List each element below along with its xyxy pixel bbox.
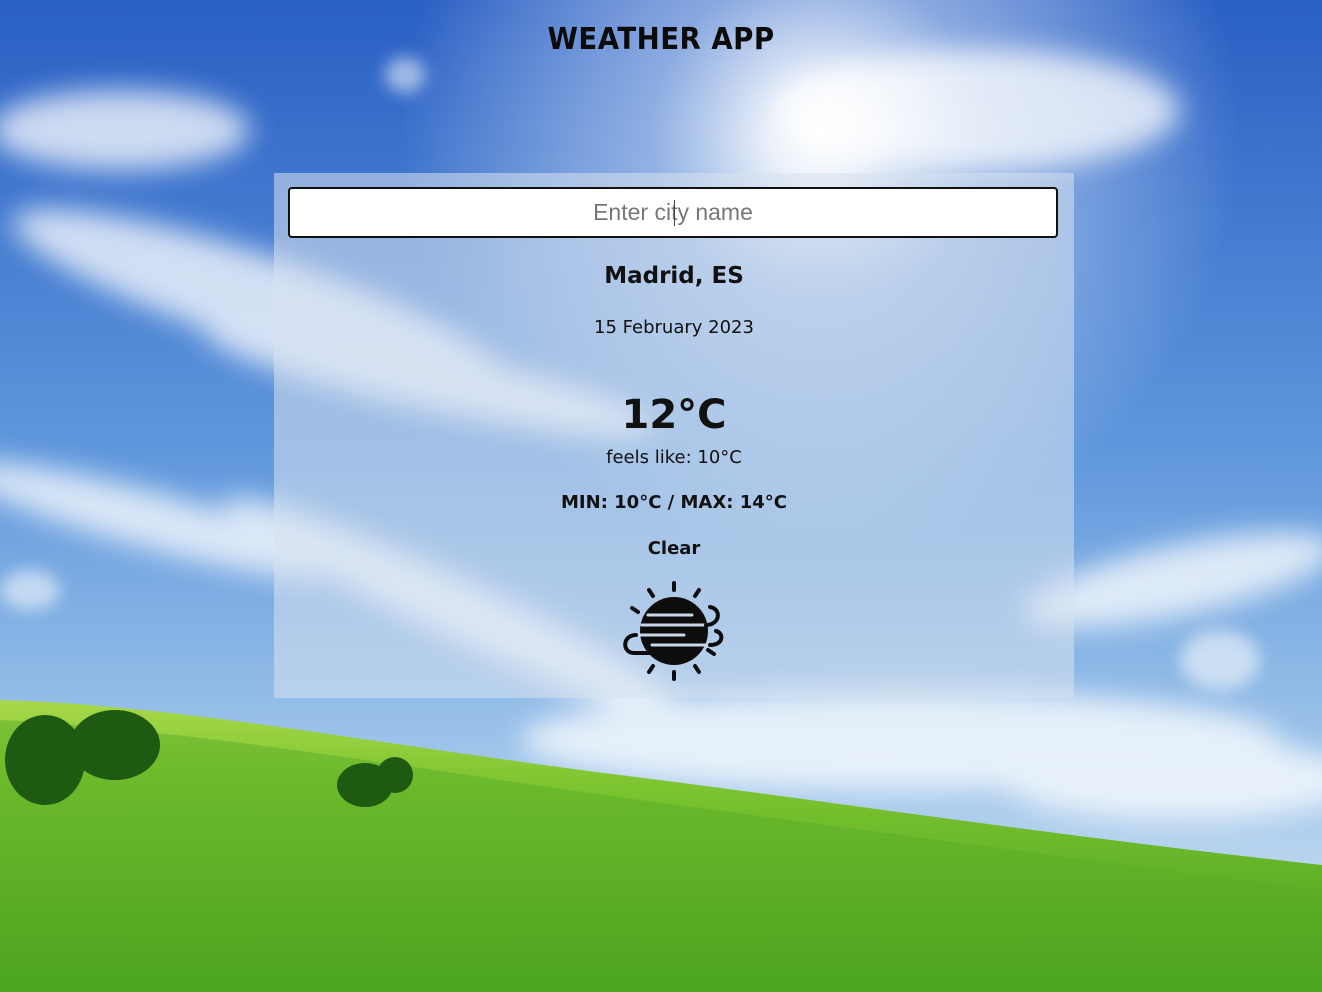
weather-card: Madrid, ES 15 February 2023 12°C feels l…	[274, 173, 1074, 698]
sun-haze-icon	[623, 581, 724, 681]
current-date: 15 February 2023	[594, 317, 754, 338]
feels-like-temperature: feels like: 10°C	[606, 447, 742, 468]
city-search-input[interactable]	[288, 187, 1058, 238]
min-max-temperature: MIN: 10°C / MAX: 14°C	[561, 492, 787, 513]
text-cursor	[674, 200, 675, 226]
location-name: Madrid, ES	[604, 263, 744, 289]
weather-condition: Clear	[647, 538, 701, 559]
app-title: WEATHER APP	[547, 22, 775, 57]
current-temperature: 12°C	[621, 392, 727, 438]
